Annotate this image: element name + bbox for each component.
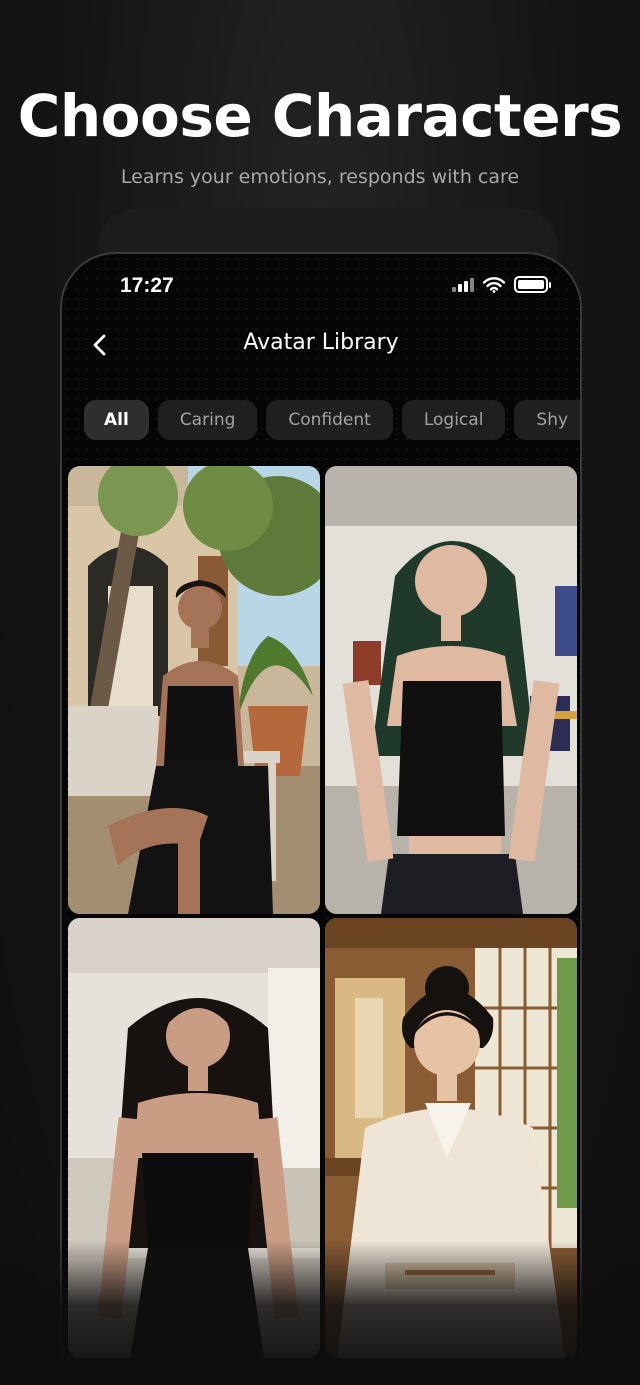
tab-all[interactable]: All [84, 400, 149, 440]
tab-shy[interactable]: Shy [514, 400, 580, 440]
avatar-image [68, 466, 320, 914]
filter-tabs: All Caring Confident Logical Shy [84, 400, 580, 440]
avatar-image [325, 466, 577, 914]
avatar-card[interactable] [325, 466, 577, 914]
tab-caring[interactable]: Caring [157, 400, 258, 440]
hero-subtitle: Learns your emotions, responds with care [120, 166, 520, 188]
bottom-fade [0, 1240, 640, 1385]
status-icons [452, 276, 551, 293]
avatar-card[interactable] [68, 466, 320, 914]
battery-icon [514, 276, 551, 293]
page-title: Avatar Library [243, 330, 399, 355]
status-time: 17:27 [120, 274, 174, 297]
tab-logical[interactable]: Logical [401, 400, 506, 440]
signal-icon [452, 277, 474, 292]
tab-confident[interactable]: Confident [266, 400, 393, 440]
hero-title: Choose Characters [17, 82, 623, 150]
phone-frame: 17:27 Avatar Library All Caring Confiden… [60, 252, 582, 1385]
wifi-icon [483, 276, 505, 293]
